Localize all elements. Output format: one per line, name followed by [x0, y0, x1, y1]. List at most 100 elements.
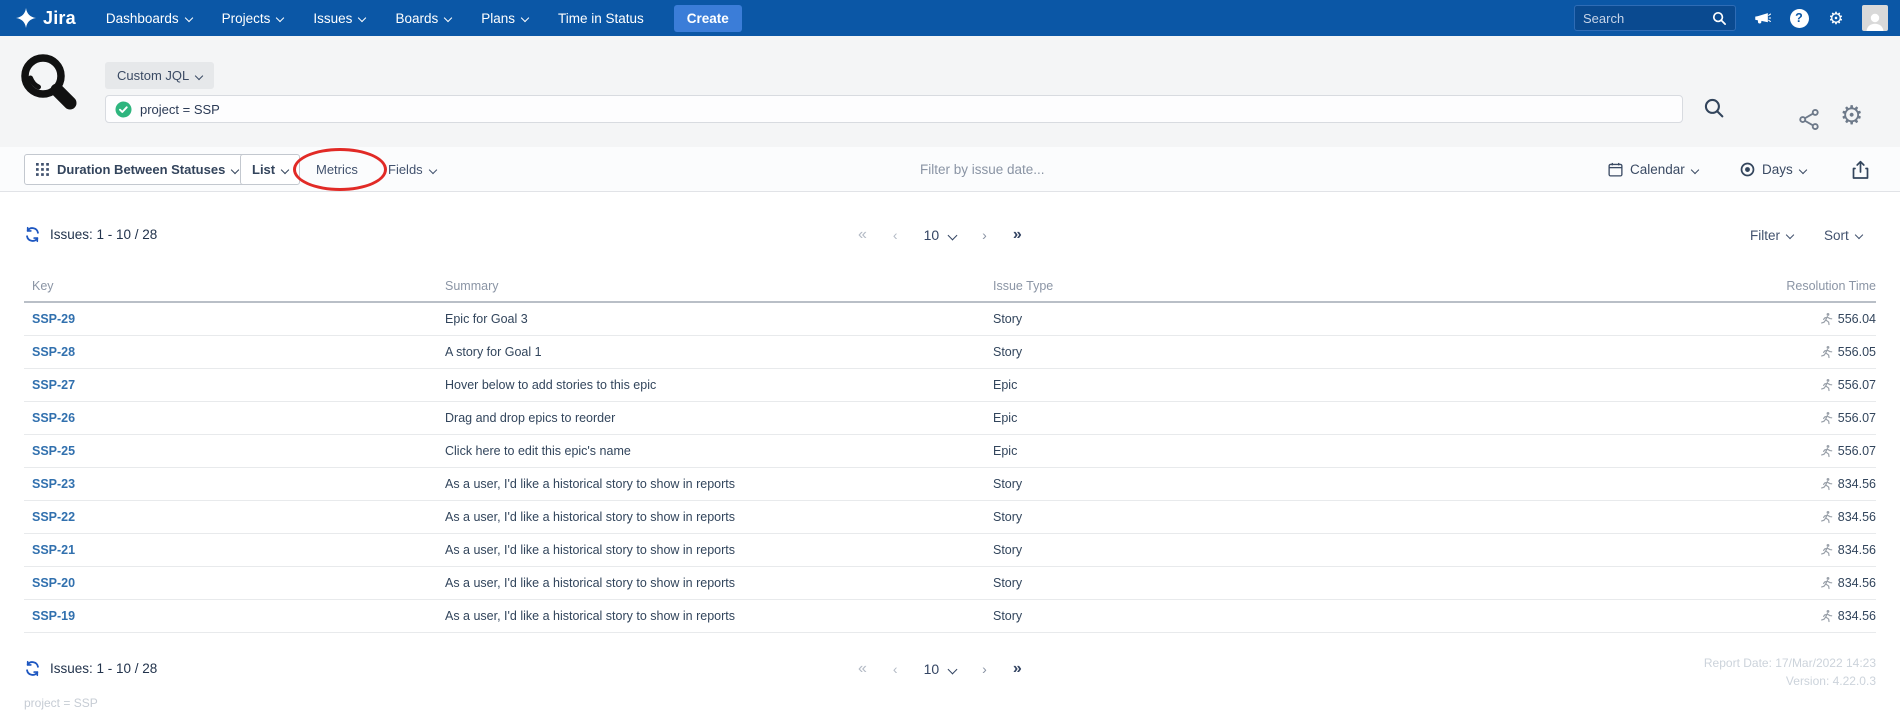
share-icon[interactable]: [1797, 107, 1822, 132]
report-meta: Report Date: 17/Mar/2022 14:23 Version: …: [1704, 654, 1876, 690]
table-row: SSP-28 A story for Goal 1 Story 556.05: [24, 336, 1876, 369]
table-row: SSP-19 As a user, I'd like a historical …: [24, 600, 1876, 633]
issue-key-link[interactable]: SSP-29: [32, 312, 75, 326]
filter-dropdown[interactable]: Filter: [1750, 228, 1793, 243]
nav-item-projects[interactable]: Projects: [222, 11, 284, 26]
issues-count: Issues: 1 - 10 / 28: [50, 661, 157, 676]
nav-item-time-in-status[interactable]: Time in Status: [558, 11, 644, 26]
prev-page-button[interactable]: ‹: [893, 227, 898, 243]
resolution-time-value: 834.56: [1838, 543, 1876, 557]
issue-key-link[interactable]: SSP-27: [32, 378, 75, 392]
announcements-icon[interactable]: [1751, 7, 1773, 29]
settings-gear-icon[interactable]: ⚙: [1825, 7, 1847, 29]
next-page-button[interactable]: ›: [982, 227, 987, 243]
runner-icon: [1820, 510, 1833, 524]
issue-summary: Click here to edit this epic's name: [437, 444, 985, 458]
help-icon[interactable]: ?: [1788, 7, 1810, 29]
export-icon[interactable]: [1851, 154, 1870, 185]
nav-item-plans[interactable]: Plans: [481, 11, 528, 26]
jira-logo[interactable]: Jira: [16, 8, 76, 29]
report-settings-gear-icon[interactable]: ⚙: [1840, 102, 1863, 128]
resolution-time-value: 556.07: [1838, 378, 1876, 392]
issue-key-link[interactable]: SSP-20: [32, 576, 75, 590]
issue-summary: Hover below to add stories to this epic: [437, 378, 985, 392]
page-size-dropdown[interactable]: 10: [924, 661, 957, 677]
create-button[interactable]: Create: [674, 5, 742, 32]
results-header: Issues: 1 - 10 / 28 « ‹ 10 › » Filter So…: [0, 214, 1900, 264]
table-row: SSP-26 Drag and drop epics to reorder Ep…: [24, 402, 1876, 435]
last-page-button[interactable]: »: [1013, 226, 1022, 244]
calendar-dropdown[interactable]: Calendar: [1608, 154, 1698, 185]
sort-dropdown[interactable]: Sort: [1824, 228, 1862, 243]
issue-type: Story: [985, 477, 1656, 491]
column-header-key[interactable]: Key: [24, 279, 437, 293]
issues-count: Issues: 1 - 10 / 28: [50, 227, 157, 242]
user-avatar[interactable]: [1862, 5, 1888, 31]
issue-type: Epic: [985, 444, 1656, 458]
runner-icon: [1820, 411, 1833, 425]
view-dropdown[interactable]: List: [240, 154, 300, 185]
chevron-down-icon: [231, 165, 239, 173]
page-size-dropdown[interactable]: 10: [924, 227, 957, 243]
runner-icon: [1820, 312, 1833, 326]
resolution-time-value: 556.07: [1838, 411, 1876, 425]
fields-dropdown[interactable]: Fields: [388, 154, 436, 185]
column-header-summary[interactable]: Summary: [437, 279, 985, 293]
chevron-down-icon: [444, 14, 452, 22]
first-page-button[interactable]: «: [858, 226, 867, 244]
issue-key-link[interactable]: SSP-23: [32, 477, 75, 491]
issue-summary: As a user, I'd like a historical story t…: [437, 609, 985, 623]
runner-icon: [1820, 378, 1833, 392]
chevron-down-icon: [948, 230, 958, 240]
query-echo: project = SSP: [24, 696, 98, 710]
report-date: Report Date: 17/Mar/2022 14:23: [1704, 654, 1876, 672]
report-toolbar: Duration Between Statuses List Metrics F…: [0, 147, 1900, 192]
results-footer: Issues: 1 - 10 / 28 « ‹ 10 › » Report Da…: [0, 650, 1900, 724]
nav-item-issues[interactable]: Issues: [313, 11, 365, 26]
table-row: SSP-22 As a user, I'd like a historical …: [24, 501, 1876, 534]
run-query-search-icon[interactable]: [1703, 97, 1726, 120]
nav-search-box[interactable]: [1574, 5, 1736, 31]
refresh-icon[interactable]: [24, 660, 41, 677]
nav-item-dashboards[interactable]: Dashboards: [106, 11, 192, 26]
table-row: SSP-27 Hover below to add stories to thi…: [24, 369, 1876, 402]
chevron-down-icon: [1786, 231, 1794, 239]
prev-page-button[interactable]: ‹: [893, 661, 898, 677]
nav-search-input[interactable]: [1583, 11, 1712, 26]
runner-icon: [1820, 444, 1833, 458]
issue-key-link[interactable]: SSP-26: [32, 411, 75, 425]
issue-key-link[interactable]: SSP-21: [32, 543, 75, 557]
table-row: SSP-25 Click here to edit this epic's na…: [24, 435, 1876, 468]
issue-type: Epic: [985, 411, 1656, 425]
column-header-issue-type[interactable]: Issue Type: [985, 279, 1656, 293]
refresh-icon[interactable]: [24, 226, 41, 243]
chevron-down-icon: [276, 14, 284, 22]
nav-item-boards[interactable]: Boards: [395, 11, 451, 26]
tab-metrics[interactable]: Metrics: [316, 154, 358, 185]
report-version: Version: 4.22.0.3: [1704, 672, 1876, 690]
search-icon[interactable]: [1712, 11, 1727, 26]
issue-key-link[interactable]: SSP-19: [32, 609, 75, 623]
chevron-down-icon: [281, 165, 289, 173]
report-type-dropdown[interactable]: Duration Between Statuses: [24, 154, 250, 185]
table-row: SSP-20 As a user, I'd like a historical …: [24, 567, 1876, 600]
first-page-button[interactable]: «: [858, 660, 867, 678]
issue-key-link[interactable]: SSP-22: [32, 510, 75, 524]
time-unit-dropdown[interactable]: Days: [1740, 154, 1806, 185]
pagination: « ‹ 10 › »: [858, 226, 1022, 244]
jql-input[interactable]: [140, 102, 1673, 117]
issue-date-filter-input[interactable]: [920, 155, 1240, 183]
column-header-resolution-time[interactable]: Resolution Time: [1656, 279, 1876, 293]
jql-input-box[interactable]: [105, 95, 1683, 123]
issue-key-link[interactable]: SSP-25: [32, 444, 75, 458]
issue-type: Epic: [985, 378, 1656, 392]
issue-summary: As a user, I'd like a historical story t…: [437, 543, 985, 557]
issue-key-link[interactable]: SSP-28: [32, 345, 75, 359]
chevron-down-icon: [184, 14, 192, 22]
table-row: SSP-29 Epic for Goal 3 Story 556.04: [24, 303, 1876, 336]
next-page-button[interactable]: ›: [982, 661, 987, 677]
last-page-button[interactable]: »: [1013, 660, 1022, 678]
query-mode-dropdown[interactable]: Custom JQL: [105, 62, 214, 89]
issue-summary: As a user, I'd like a historical story t…: [437, 510, 985, 524]
chevron-down-icon: [1799, 165, 1807, 173]
